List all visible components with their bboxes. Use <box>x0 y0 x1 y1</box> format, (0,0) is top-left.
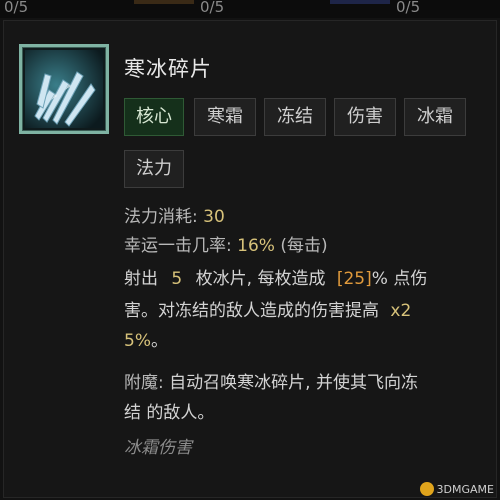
lucky-hit-value: 16% <box>237 236 275 256</box>
damage-value: [25] <box>336 269 372 289</box>
enchant-line-1: 附魔: 自动召唤寒冰碎片, 并使其飞向冻 <box>124 368 418 393</box>
damage-multiplier: x2 <box>390 301 412 321</box>
top-strip: 0/5 0/5 0/5 <box>0 0 500 18</box>
description-line-3: 5%。 <box>124 326 168 351</box>
tag-core: 核心 <box>124 98 184 136</box>
slot-count: 0/5 <box>200 0 225 16</box>
lucky-hit-note: (每击) <box>280 236 328 256</box>
desc-text: 射出 <box>124 269 158 289</box>
tag-ice: 冰霜 <box>404 98 466 136</box>
watermark: 3DMGAME <box>419 482 494 496</box>
tag-freeze: 冻结 <box>264 98 326 136</box>
watermark-text: 3DMGAME <box>436 482 494 496</box>
skill-icon-frame <box>19 44 109 134</box>
enchant-text: 结 的敌人。 <box>124 403 215 423</box>
enchant-line-2: 结 的敌人。 <box>124 398 214 423</box>
lucky-hit-line: 幸运一击几率: 16% (每击) <box>124 231 328 256</box>
slot-bar <box>330 0 390 4</box>
desc-text: 。 <box>150 331 168 351</box>
mana-cost-label: 法力消耗: <box>124 207 198 227</box>
tag-damage: 伤害 <box>334 98 396 136</box>
mana-cost-value: 30 <box>203 207 225 227</box>
slot-count: 0/5 <box>396 0 421 16</box>
description-line-2: 害。对冻结的敌人造成的伤害提高 x2 <box>124 296 411 321</box>
mana-cost-line: 法力消耗: 30 <box>124 202 225 227</box>
tag-frost: 寒霜 <box>194 98 256 136</box>
enchant-text: 自动召唤寒冰碎片, 并使其飞向冻 <box>169 373 418 393</box>
damage-multiplier-cont: 5% <box>124 331 151 351</box>
watermark-logo-icon <box>419 482 434 496</box>
slot-bar <box>134 0 194 4</box>
skill-name: 寒冰碎片 <box>124 57 212 81</box>
desc-text: 枚冰片, 每枚造成 <box>195 269 326 289</box>
description-line-1: 射出 5 枚冰片, 每枚造成 [25]% 点伤 <box>124 264 427 289</box>
desc-text: 害。对冻结的敌人造成的伤害提高 <box>124 301 379 321</box>
slot-count: 0/5 <box>4 0 29 16</box>
tag-mana: 法力 <box>124 150 184 188</box>
desc-text: % 点伤 <box>371 269 428 289</box>
ice-shards-icon <box>25 50 103 128</box>
shard-count: 5 <box>171 269 183 289</box>
enchant-label: 附魔: <box>124 373 164 393</box>
lucky-hit-label: 幸运一击几率: <box>124 236 232 256</box>
damage-type: 冰霜伤害 <box>124 438 192 458</box>
